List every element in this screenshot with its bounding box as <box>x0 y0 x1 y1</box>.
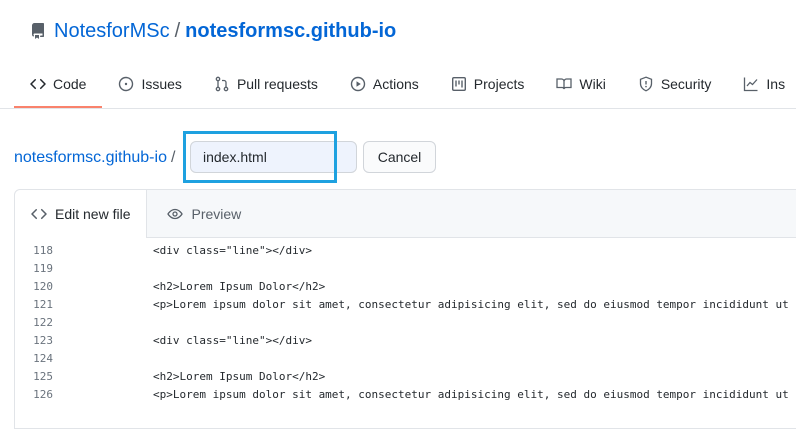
line-text: <p>Lorem ipsum dolor sit amet, consectet… <box>153 297 789 311</box>
line-text: <h2>Lorem Ipsum Dolor</h2> <box>153 369 326 383</box>
tab-projects[interactable]: Projects <box>435 66 541 102</box>
graph-icon <box>744 77 758 92</box>
tab-code[interactable]: Code <box>14 66 103 108</box>
line-text: <div class="line"></div> <box>153 333 312 347</box>
code-line: 126 <p>Lorem ipsum dolor sit amet, consec… <box>15 385 795 403</box>
line-number: 121 <box>33 297 53 311</box>
breadcrumb: notesformsc.github-io / <box>14 138 175 178</box>
code-line: 124 <box>15 349 795 367</box>
eye-icon <box>167 208 184 219</box>
code-line: 120 <h2>Lorem Ipsum Dolor</h2> <box>15 277 795 295</box>
line-number: 123 <box>33 333 53 347</box>
repo-title: NotesforMSc / notesformsc.github-io <box>30 17 396 45</box>
code-icon <box>31 208 47 220</box>
shield-icon <box>639 76 652 92</box>
line-number: 118 <box>33 243 53 257</box>
tab-actions-label: Actions <box>372 76 419 92</box>
repo-nav-tabs: Code Issues Pull requests Actions Projec… <box>14 66 796 108</box>
tab-pull-requests[interactable]: Pull requests <box>198 66 334 102</box>
repo-icon <box>30 23 46 39</box>
code-line: 118 <div class="line"></div> <box>15 241 795 259</box>
play-icon <box>350 76 366 92</box>
breadcrumb-separator: / <box>170 149 176 166</box>
tab-edit-label: Edit new file <box>55 206 131 222</box>
tab-actions[interactable]: Actions <box>334 66 435 102</box>
tab-wiki[interactable]: Wiki <box>540 66 621 102</box>
code-icon <box>30 78 46 90</box>
tab-edit-new-file[interactable]: Edit new file <box>15 190 148 238</box>
line-number: 126 <box>33 387 53 401</box>
breadcrumb-repo-link[interactable]: notesformsc.github-io <box>14 149 167 167</box>
repo-name-link[interactable]: notesformsc.github-io <box>185 20 396 43</box>
filename-highlight-box <box>183 131 337 183</box>
code-line: 119 <box>15 259 795 277</box>
book-icon <box>556 78 573 90</box>
editor-tabs: Edit new file Preview <box>15 190 796 238</box>
project-icon <box>451 77 466 92</box>
tab-code-label: Code <box>53 76 87 92</box>
tab-wiki-label: Wiki <box>579 76 606 92</box>
line-text: <h2>Lorem Ipsum Dolor</h2> <box>153 279 326 293</box>
code-line: 125 <h2>Lorem Ipsum Dolor</h2> <box>15 367 795 385</box>
pull-request-icon <box>215 76 229 92</box>
line-number: 125 <box>33 369 53 383</box>
line-number: 122 <box>33 315 53 329</box>
line-number: 124 <box>33 351 53 365</box>
repo-separator: / <box>174 19 181 42</box>
line-number: 119 <box>33 261 53 275</box>
repo-owner-link[interactable]: NotesforMSc <box>54 20 170 43</box>
line-number: 120 <box>33 279 53 293</box>
code-line: 123 <div class="line"></div> <box>15 331 795 349</box>
code-line: 122 <box>15 313 795 331</box>
tab-security[interactable]: Security <box>622 66 728 102</box>
line-text: <p>Lorem ipsum dolor sit amet, consectet… <box>153 387 789 401</box>
tab-security-label: Security <box>660 76 712 92</box>
tab-issues-label: Issues <box>141 76 182 92</box>
tab-projects-label: Projects <box>473 76 525 92</box>
file-editor: Edit new file Preview 118 <div class="lin… <box>14 189 796 429</box>
code-area[interactable]: 118 <div class="line"></div> 119 120 <h2>L… <box>15 241 795 403</box>
tab-preview-label: Preview <box>191 205 242 222</box>
repo-header: NotesforMSc / notesformsc.github-io Code… <box>0 0 796 109</box>
code-line: 121 <p>Lorem ipsum dolor sit amet, consec… <box>15 295 795 313</box>
tab-preview[interactable]: Preview <box>147 190 257 237</box>
cancel-button[interactable]: Cancel <box>363 141 436 173</box>
issue-icon <box>119 76 134 92</box>
tab-pull-requests-label: Pull requests <box>236 76 318 92</box>
tab-insights-label: Ins <box>766 76 786 92</box>
tab-issues[interactable]: Issues <box>102 66 197 102</box>
line-text: <div class="line"></div> <box>153 243 312 257</box>
tab-insights[interactable]: Ins <box>727 66 796 102</box>
